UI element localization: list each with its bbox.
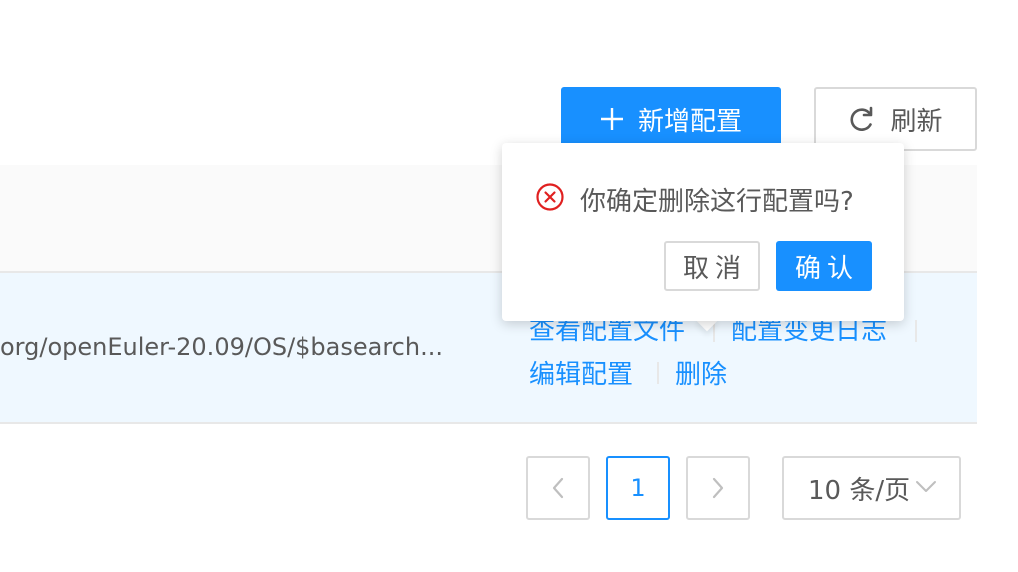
- refresh-button[interactable]: 刷新: [814, 87, 977, 151]
- page-size-label: 10 条/页: [808, 475, 911, 506]
- cancel-button[interactable]: 取消: [664, 241, 760, 291]
- chevron-right-icon: [712, 477, 724, 499]
- close-circle-icon: [536, 183, 564, 211]
- reload-icon: [848, 105, 876, 133]
- refresh-label: 刷新: [890, 106, 943, 137]
- plus-icon: [600, 107, 624, 131]
- repo-url-cell: org/openEuler-20.09/OS/$basearch...: [0, 333, 443, 361]
- popconfirm-message: 你确定删除这行配置吗?: [580, 187, 854, 217]
- edit-config-link[interactable]: 编辑配置: [529, 354, 633, 391]
- next-page-button[interactable]: [686, 456, 750, 520]
- page-number-label: 1: [630, 474, 646, 502]
- page-size-select[interactable]: 10 条/页: [782, 456, 961, 520]
- delete-popconfirm: 你确定删除这行配置吗? 取消 确认: [502, 143, 904, 321]
- config-management-page: 新增配置 刷新 org/openEuler-20.09/OS/$basearch…: [0, 0, 1018, 572]
- add-config-label: 新增配置: [637, 106, 742, 137]
- chevron-down-icon: [916, 481, 936, 492]
- delete-link[interactable]: 删除: [675, 354, 727, 391]
- prev-page-button[interactable]: [526, 456, 590, 520]
- chevron-left-icon: [552, 477, 564, 499]
- page-number-button[interactable]: 1: [606, 456, 670, 520]
- add-config-button[interactable]: 新增配置: [561, 87, 781, 151]
- confirm-button[interactable]: 确认: [776, 241, 872, 291]
- action-divider: [657, 362, 659, 384]
- action-divider: [915, 320, 917, 342]
